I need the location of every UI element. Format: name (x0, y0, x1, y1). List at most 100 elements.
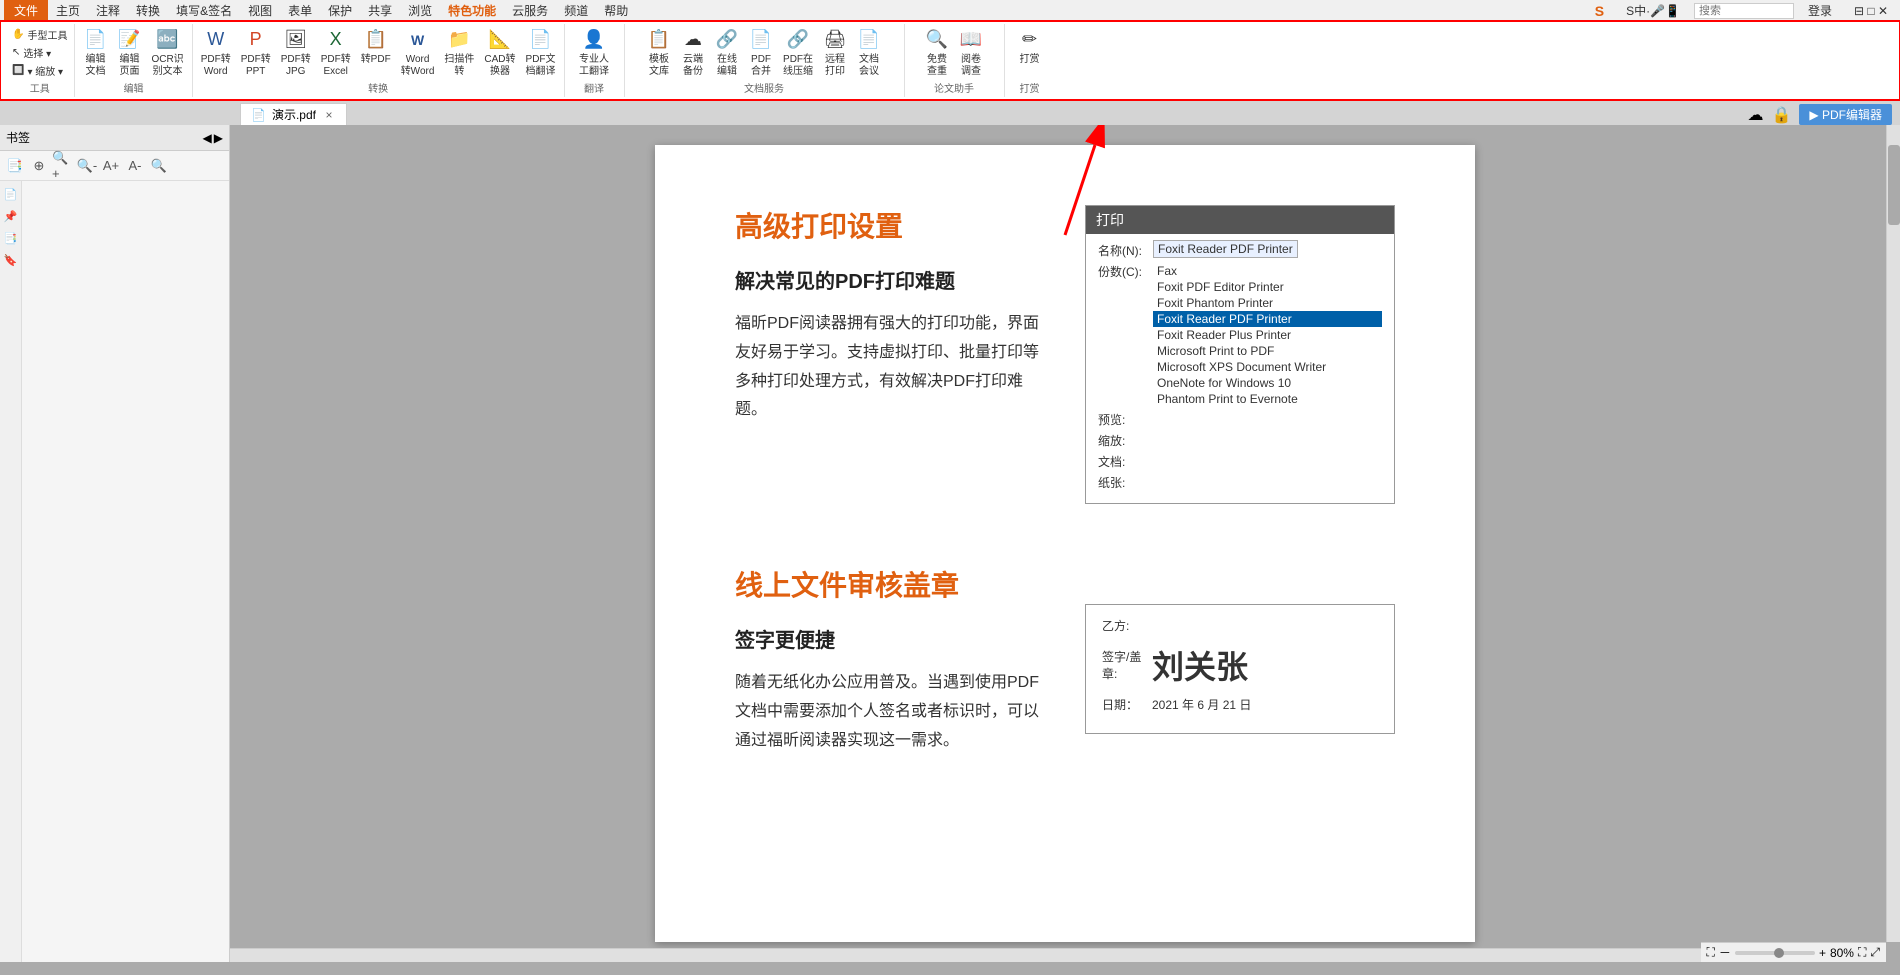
pro-translate-btn[interactable]: 👤 专业人工翻译 (575, 26, 613, 80)
pdf-to-jpg-btn[interactable]: 🖼 PDF转JPG (277, 26, 315, 80)
print-doc-label: 文档: (1098, 453, 1153, 470)
zoom-thumb[interactable] (1774, 948, 1784, 958)
edit-doc-btn[interactable]: 📄 编辑文档 (79, 26, 111, 80)
menu-special[interactable]: 特色功能 (440, 0, 504, 21)
menu-comment[interactable]: 注释 (88, 0, 128, 21)
pdf-to-word-btn[interactable]: W PDF转Word (197, 26, 235, 80)
option-foxit-plus[interactable]: Foxit Reader Plus Printer (1153, 327, 1382, 343)
pdf-to-excel-btn[interactable]: X PDF转Excel (317, 26, 355, 80)
reward-btn[interactable]: ✏ 打赏 (1014, 26, 1046, 68)
sidebar-pages (22, 181, 229, 962)
pdf-page: 高级打印设置 解决常见的PDF打印难题 福昕PDF阅读器拥有强大的打印功能，界面… (655, 145, 1475, 942)
option-ms-pdf[interactable]: Microsoft Print to PDF (1153, 343, 1382, 359)
zoom-minus-btn[interactable]: － (1719, 944, 1731, 961)
sidebar-icon-layers[interactable]: 📑 (2, 229, 20, 247)
sidebar-font-up-btn[interactable]: A+ (100, 155, 122, 177)
zoom-slider[interactable] (1735, 951, 1815, 955)
pdf-merge-btn[interactable]: 📄 PDF合并 (745, 26, 777, 80)
menu-cloud[interactable]: 云服务 (504, 0, 556, 21)
sidebar-zoom-out-btn[interactable]: 🔍- (76, 155, 98, 177)
convert-buttons: W PDF转Word P PDF转PPT 🖼 PDF转JPG X PDF转Exc… (197, 26, 560, 80)
sidebar-search-btn[interactable]: 🔍 (148, 155, 170, 177)
menu-form[interactable]: 表单 (280, 0, 320, 21)
plagiarism-btn[interactable]: 🔍 免费查重 (921, 26, 953, 80)
scan-convert-btn[interactable]: 📁 扫描件转 (440, 26, 478, 80)
menu-protect[interactable]: 保护 (320, 0, 360, 21)
option-foxit-phantom[interactable]: Foxit Phantom Printer (1153, 295, 1382, 311)
pdf-to-ppt-btn[interactable]: P PDF转PPT (237, 26, 275, 80)
plagiarism-label: 免费查重 (927, 54, 947, 78)
menu-share[interactable]: 共享 (360, 0, 400, 21)
scan-icon: 📁 (447, 28, 471, 52)
zoom-btn[interactable]: 🔲 ▾ 缩放 ▾ (9, 62, 66, 79)
content-area: 高级打印设置 解决常见的PDF打印难题 福昕PDF阅读器拥有强大的打印功能，界面… (230, 125, 1900, 962)
pdf-editor-button[interactable]: ▶ PDF编辑器 (1799, 104, 1892, 125)
menu-extra[interactable]: 频道 (556, 0, 596, 21)
menu-help[interactable]: 帮助 (596, 0, 636, 21)
pdf-compress-btn[interactable]: 🔗 PDF在线压缩 (779, 26, 817, 80)
option-fax[interactable]: Fax (1153, 263, 1382, 279)
ocr-btn[interactable]: 🔤 OCR识别文本 (147, 26, 187, 80)
menu-sign[interactable]: 填写&签名 (168, 0, 240, 21)
scan-label: 扫描件转 (444, 54, 474, 78)
v-scrollbar[interactable] (1886, 125, 1900, 942)
option-ms-xps[interactable]: Microsoft XPS Document Writer (1153, 359, 1382, 375)
print-options-list: Fax Foxit PDF Editor Printer Foxit Phant… (1153, 263, 1382, 407)
cloud-backup-btn[interactable]: ☁ 云端备份 (677, 26, 709, 80)
sidebar-prev-btn[interactable]: ◀ (203, 131, 212, 145)
ribbon-group-tools: ✋ 手型工具 ↖ 选择 ▾ 🔲 ▾ 缩放 ▾ 工具 (5, 24, 75, 97)
doc-meeting-btn[interactable]: 📄 文档会议 (853, 26, 885, 80)
fullscreen-btn[interactable]: ⛶ (1858, 945, 1866, 960)
zoom-expand-icon[interactable]: ⛶ (1707, 945, 1715, 960)
survey-btn[interactable]: 📖 阅卷调查 (955, 26, 987, 80)
signature-preview-area: 乙方: 签字/盖章: 刘关张 日期： 2021 年 6 月 21 日 (1085, 564, 1395, 795)
search-input[interactable] (1694, 3, 1794, 19)
sidebar-icon-page[interactable]: 📄 (2, 185, 20, 203)
scrollbar-thumb[interactable] (1888, 145, 1900, 225)
template-btn[interactable]: 📋 模板文库 (643, 26, 675, 80)
zoom-plus-btn[interactable]: + (1819, 946, 1826, 960)
doc-meeting-icon: 📄 (857, 28, 881, 52)
translate-group-label: 翻译 (584, 80, 604, 95)
survey-label: 阅卷调查 (961, 54, 981, 78)
sidebar-zoom-in-btn[interactable]: 🔍+ (52, 155, 74, 177)
sidebar-next-btn[interactable]: ▶ (214, 131, 223, 145)
edit-page-btn[interactable]: 📝 编辑页面 (113, 26, 145, 80)
pdf-translate-btn[interactable]: 📄 PDF文档翻译 (522, 26, 560, 80)
option-phantom-evernote[interactable]: Phantom Print to Evernote (1153, 391, 1382, 407)
signature-preview: 乙方: 签字/盖章: 刘关张 日期： 2021 年 6 月 21 日 (1085, 604, 1395, 734)
sogou-label[interactable]: S中·🎤📱 (1618, 0, 1688, 21)
menu-file[interactable]: 文件 (4, 0, 48, 21)
menu-convert[interactable]: 转换 (128, 0, 168, 21)
menu-browse[interactable]: 浏览 (400, 0, 440, 21)
close-tab-btn[interactable]: × (322, 108, 336, 122)
word-to-word-btn[interactable]: W Word转Word (397, 26, 439, 80)
expand-btn[interactable]: ⤢ (1870, 945, 1880, 960)
to-pdf-btn[interactable]: 📋 转PDF (357, 26, 395, 68)
online-edit-btn[interactable]: 🔗 在线编辑 (711, 26, 743, 80)
print-name-value: Foxit Reader PDF Printer (1153, 242, 1382, 256)
sidebar-icon-bookmark[interactable]: 📌 (2, 207, 20, 225)
sidebar-font-down-btn[interactable]: A- (124, 155, 146, 177)
ribbon-group-convert: W PDF转Word P PDF转PPT 🖼 PDF转JPG X PDF转Exc… (193, 24, 565, 97)
remote-print-btn[interactable]: 🖨 远程打印 (819, 26, 851, 80)
pdf-ppt-label: PDF转PPT (241, 54, 271, 78)
option-onenote[interactable]: OneNote for Windows 10 (1153, 375, 1382, 391)
login-btn[interactable]: 登录 (1800, 0, 1840, 21)
hand-tool-btn[interactable]: ✋ 手型工具 (9, 26, 70, 43)
cad-convert-btn[interactable]: 📐 CAD转换器 (480, 26, 519, 80)
h-scrollbar[interactable] (230, 948, 1886, 962)
sidebar-pages-btn[interactable]: 📑 (4, 155, 26, 177)
pro-translate-icon: 👤 (582, 28, 606, 52)
option-foxit-reader-selected[interactable]: Foxit Reader PDF Printer (1153, 311, 1382, 327)
reward-icon: ✏ (1018, 28, 1042, 52)
menu-view[interactable]: 视图 (240, 0, 280, 21)
option-foxit-editor[interactable]: Foxit PDF Editor Printer (1153, 279, 1382, 295)
menu-home[interactable]: 主页 (48, 0, 88, 21)
sig-party-label: 乙方: (1102, 617, 1152, 634)
ocr-label: OCR识别文本 (151, 54, 183, 78)
sidebar-add-btn[interactable]: ⊕ (28, 155, 50, 177)
select-btn[interactable]: ↖ 选择 ▾ (9, 44, 54, 61)
file-tab[interactable]: 📄 演示.pdf × (240, 103, 347, 125)
sidebar-icon-tag[interactable]: 🔖 (2, 251, 20, 269)
